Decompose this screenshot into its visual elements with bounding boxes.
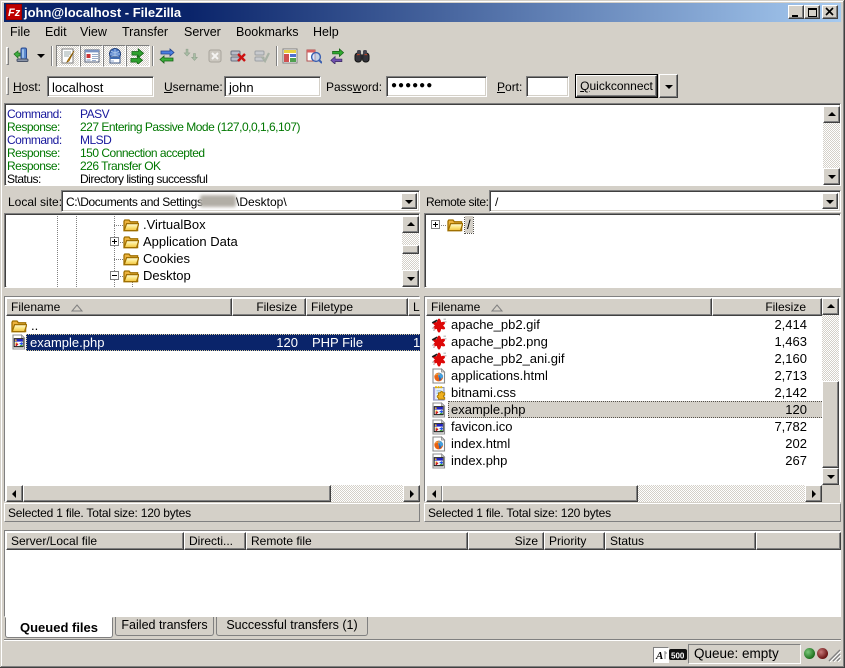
svg-text:500: 500 bbox=[671, 652, 685, 661]
svg-text:Fz: Fz bbox=[8, 7, 21, 19]
svg-text:A: A bbox=[655, 650, 663, 662]
